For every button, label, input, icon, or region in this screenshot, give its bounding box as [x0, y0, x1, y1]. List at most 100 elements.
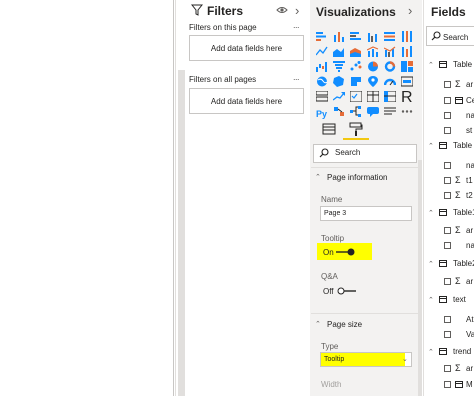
stacked-area-chart-icon[interactable]	[350, 44, 362, 57]
100-stacked-bar-chart-icon[interactable]	[384, 29, 396, 41]
azure-map-icon[interactable]	[367, 74, 379, 87]
field-table-name: Table	[453, 60, 473, 69]
multi-row-card-icon[interactable]	[315, 89, 329, 102]
stacked-column-chart-icon[interactable]	[333, 29, 345, 42]
clustered-bar-chart-icon[interactable]	[350, 29, 362, 40]
field-checkbox[interactable]	[444, 81, 451, 88]
field-checkbox[interactable]	[444, 278, 451, 285]
qa-toggle-switch[interactable]	[336, 286, 358, 296]
ribbon-chart-icon[interactable]	[401, 44, 413, 57]
name-label: Name	[321, 195, 343, 204]
treemap-icon[interactable]	[401, 59, 413, 72]
field-checkbox[interactable]	[444, 162, 451, 169]
chevron-up-icon[interactable]: ⌃	[428, 348, 434, 356]
stacked-bar-chart-icon[interactable]	[316, 29, 328, 41]
filters-collapse-icon[interactable]: ›	[295, 3, 299, 18]
field-checkbox[interactable]	[444, 97, 451, 104]
funnel-chart-icon[interactable]	[333, 59, 345, 72]
filters-on-page-label: Filters on this page	[189, 23, 257, 32]
field-table-name: Table	[453, 141, 473, 150]
card-icon[interactable]	[400, 74, 414, 87]
field-checkbox[interactable]	[444, 381, 451, 388]
page-name-input[interactable]: Page 3	[320, 206, 412, 221]
qa-visual-icon[interactable]	[367, 104, 379, 117]
page-information-header[interactable]: Page information	[327, 173, 387, 182]
slicer-icon[interactable]	[349, 89, 363, 103]
smart-narrative-icon[interactable]	[384, 104, 396, 115]
gauge-icon[interactable]	[383, 74, 397, 86]
scatter-chart-icon[interactable]	[350, 59, 362, 71]
page-size-header[interactable]: Page size	[327, 320, 362, 329]
waterfall-chart-icon[interactable]	[316, 59, 328, 72]
sigma-icon: Σ	[455, 190, 461, 200]
line-and-column-chart-icon[interactable]	[366, 44, 379, 57]
visualizations-scrollbar[interactable]	[418, 160, 422, 396]
chevron-up-icon[interactable]: ⌃	[428, 61, 434, 69]
chevron-up-icon[interactable]: ⌃	[428, 209, 434, 217]
field-checkbox[interactable]	[444, 331, 451, 338]
map-icon[interactable]	[316, 74, 328, 87]
kpi-icon[interactable]	[332, 89, 345, 101]
field-name: t1	[466, 176, 473, 185]
table-icon	[439, 260, 447, 267]
area-chart-icon[interactable]	[333, 44, 345, 57]
section-divider	[311, 167, 421, 168]
filters-title: Filters	[207, 4, 244, 18]
matrix-icon[interactable]	[383, 89, 397, 103]
field-checkbox[interactable]	[444, 227, 451, 234]
search-icon	[431, 31, 441, 41]
filled-map-icon[interactable]	[333, 74, 345, 87]
chevron-up-icon[interactable]: ⌃	[428, 296, 434, 304]
page-filter-well[interactable]: Add data fields here	[189, 35, 304, 61]
visualizations-search-placeholder: Search	[335, 148, 361, 157]
filters-scrollbar[interactable]	[178, 70, 185, 396]
field-checkbox[interactable]	[444, 365, 451, 372]
qa-label: Q&A	[321, 272, 338, 281]
clustered-column-chart-icon[interactable]	[367, 29, 379, 42]
field-checkbox[interactable]	[444, 177, 451, 184]
eye-icon[interactable]	[276, 5, 288, 15]
r-script-visual-icon[interactable]: R	[401, 89, 413, 106]
field-name: Ce	[466, 96, 474, 105]
more-options-icon[interactable]: ...	[293, 20, 300, 30]
field-name: na	[466, 241, 474, 250]
more-options-icon[interactable]: ...	[293, 72, 300, 82]
field-name: st	[466, 126, 473, 135]
donut-chart-icon[interactable]	[384, 59, 396, 72]
shape-map-icon[interactable]	[350, 74, 362, 86]
chevron-up-icon[interactable]: ⌃	[428, 260, 434, 268]
more-visuals-icon[interactable]	[401, 104, 413, 115]
decomposition-tree-icon[interactable]	[350, 104, 362, 117]
100-stacked-column-chart-icon[interactable]	[401, 29, 413, 42]
fields-search-placeholder: Search	[443, 33, 469, 42]
report-canvas[interactable]	[0, 0, 180, 396]
field-name: At	[466, 315, 474, 324]
pie-chart-icon[interactable]	[367, 59, 379, 72]
key-influencers-icon[interactable]	[333, 104, 345, 116]
table-icon[interactable]	[366, 89, 380, 103]
chevron-down-icon[interactable]: ⌄	[402, 355, 408, 363]
section-divider	[311, 313, 421, 314]
chevron-up-icon[interactable]: ⌃	[315, 173, 321, 181]
line-chart-icon[interactable]	[315, 44, 328, 56]
qa-toggle-value: Off	[323, 287, 334, 296]
chevron-up-icon[interactable]: ⌃	[428, 142, 434, 150]
field-checkbox[interactable]	[444, 316, 451, 323]
sigma-icon: Σ	[455, 225, 461, 235]
visualizations-title: Visualizations	[316, 5, 396, 19]
all-pages-filter-well[interactable]: Add data fields here	[189, 88, 304, 114]
field-checkbox[interactable]	[444, 127, 451, 134]
field-checkbox[interactable]	[444, 112, 451, 119]
field-checkbox[interactable]	[444, 192, 451, 199]
calculator-icon	[455, 97, 463, 104]
tooltip-toggle-value: On	[323, 248, 334, 257]
field-checkbox[interactable]	[444, 242, 451, 249]
fields-tab-icon[interactable]	[322, 123, 336, 135]
field-name: na	[466, 161, 474, 170]
format-paint-roller-icon[interactable]	[349, 122, 363, 136]
visualizations-collapse-icon[interactable]: ›	[408, 3, 412, 18]
line-and-clustered-column-chart-icon[interactable]	[383, 44, 396, 57]
tooltip-toggle-switch[interactable]	[335, 247, 357, 257]
python-visual-icon[interactable]: Py	[316, 104, 328, 119]
chevron-up-icon[interactable]: ⌃	[315, 320, 321, 328]
